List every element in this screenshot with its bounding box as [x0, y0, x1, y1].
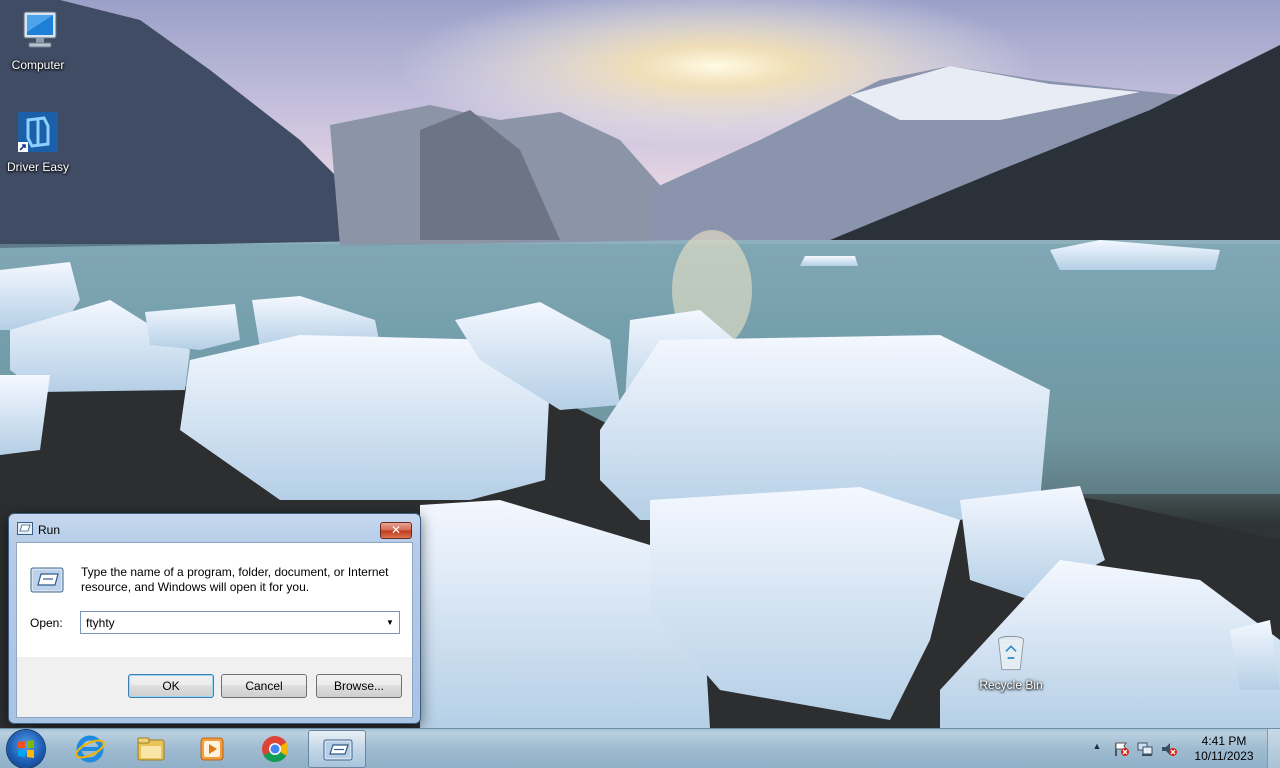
- run-dialog-description: Type the name of a program, folder, docu…: [81, 565, 389, 594]
- clock-date: 10/11/2023: [1194, 749, 1254, 763]
- ok-button[interactable]: OK: [128, 674, 214, 698]
- cancel-button[interactable]: Cancel: [221, 674, 307, 698]
- close-button[interactable]: ✕: [380, 522, 412, 539]
- system-tray: ▲ 4:41 PM 10/11/2023: [1090, 729, 1280, 768]
- desktop-icon-computer[interactable]: Computer: [0, 8, 76, 72]
- clock[interactable]: 4:41 PM 10/11/2023: [1186, 734, 1262, 764]
- desktop-icon-recycle-bin[interactable]: Recycle Bin: [973, 630, 1049, 692]
- windows-logo-icon: [18, 740, 34, 758]
- computer-icon: [23, 11, 57, 48]
- run-program-icon: [30, 567, 64, 593]
- network-icon[interactable]: [1136, 741, 1154, 757]
- file-explorer-icon: [137, 737, 165, 761]
- run-dialog-body: Type the name of a program, folder, docu…: [16, 542, 413, 718]
- open-input[interactable]: [81, 612, 379, 633]
- desktop-icon-driver-easy[interactable]: Driver Easy: [0, 110, 76, 174]
- browse-button[interactable]: Browse...: [316, 674, 402, 698]
- run-dialog-titlebar[interactable]: Run ✕: [9, 514, 420, 542]
- volume-muted-icon[interactable]: [1160, 741, 1178, 757]
- desktop-icon-label: Computer: [11, 58, 65, 72]
- dropdown-arrow-icon[interactable]: ▼: [381, 612, 399, 633]
- taskbar: ▲ 4:41 PM 10/11/2023: [0, 728, 1280, 768]
- run-dialog[interactable]: Run ✕ Type the name of a program, folder…: [8, 513, 421, 724]
- recycle-bin-icon: [998, 635, 1024, 671]
- start-button[interactable]: [7, 730, 45, 768]
- internet-explorer-icon: [75, 735, 105, 763]
- taskbar-media-player[interactable]: [183, 730, 241, 768]
- run-dialog-title: Run: [38, 523, 61, 537]
- action-center-flag-icon[interactable]: [1113, 741, 1131, 757]
- chrome-icon: [262, 736, 289, 763]
- run-dialog-content: Type the name of a program, folder, docu…: [17, 543, 412, 657]
- media-player-icon: [200, 737, 224, 761]
- driver-easy-icon: [18, 112, 58, 152]
- run-icon: [323, 739, 353, 761]
- taskbar-internet-explorer[interactable]: [61, 730, 119, 768]
- show-hidden-icons-button[interactable]: ▲: [1090, 741, 1104, 751]
- run-icon: [17, 522, 33, 535]
- open-label: Open:: [30, 616, 63, 630]
- taskbar-run[interactable]: [308, 730, 366, 768]
- open-combobox[interactable]: ▼: [80, 611, 400, 634]
- clock-time: 4:41 PM: [1201, 734, 1247, 748]
- taskbar-file-explorer[interactable]: [122, 730, 180, 768]
- show-desktop-button[interactable]: [1267, 729, 1280, 768]
- desktop-icon-label: Driver Easy: [6, 160, 69, 174]
- taskbar-chrome[interactable]: [246, 730, 304, 768]
- desktop-icon-label: Recycle Bin: [979, 678, 1043, 692]
